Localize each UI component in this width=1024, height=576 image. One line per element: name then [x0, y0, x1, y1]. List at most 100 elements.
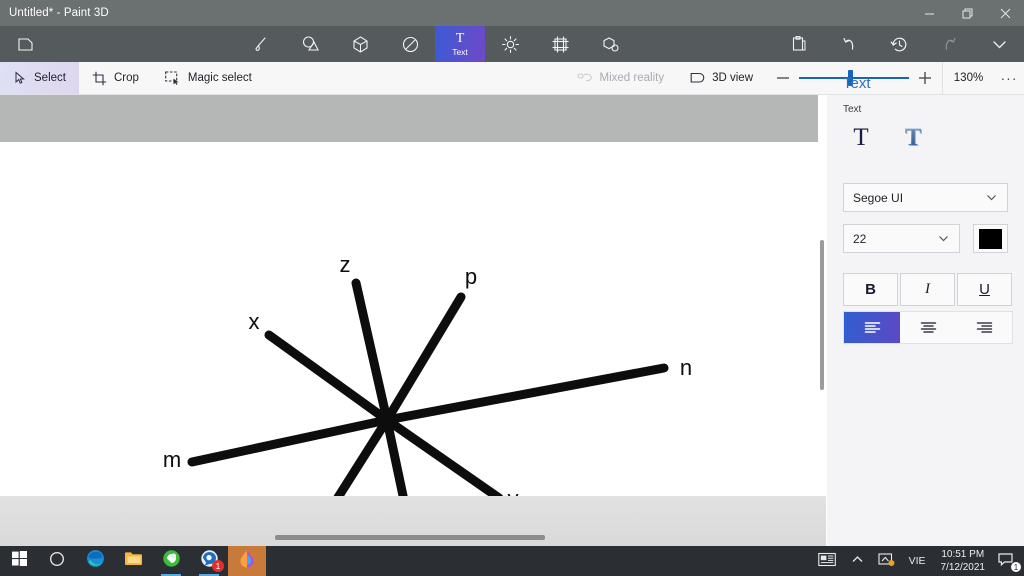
ray-label-m: m: [162, 447, 182, 472]
paste-button[interactable]: [774, 26, 824, 62]
magic-select-icon: [165, 71, 181, 85]
align-right-button[interactable]: [956, 312, 1012, 343]
network-warning-icon: [878, 552, 895, 570]
cortana-button[interactable]: [38, 546, 76, 576]
cortana-circle-icon: [49, 551, 65, 572]
ray-label-p: p: [464, 264, 478, 289]
horizontal-scrollbar-thumb[interactable]: [275, 535, 545, 540]
text-type-row: T T: [843, 122, 931, 152]
font-family-value: Segoe UI: [853, 190, 904, 205]
crop-button[interactable]: Crop: [79, 62, 152, 94]
ray-group: [187, 278, 669, 496]
effects-button[interactable]: [485, 26, 535, 62]
font-family-dropdown[interactable]: Segoe UI: [843, 183, 1008, 212]
zoom-in-button[interactable]: [918, 71, 932, 85]
chat-app-button[interactable]: 1: [190, 546, 228, 576]
news-weather-icon: [817, 552, 837, 570]
primary-toolbar: T Text: [0, 26, 1024, 62]
text-tool-label: Text: [452, 46, 468, 57]
chevron-down-icon: [990, 35, 1009, 54]
canvas-icon: [551, 35, 570, 54]
toolbar-gap: [635, 26, 774, 62]
3d-library-icon: [601, 35, 620, 54]
news-weather-button[interactable]: [811, 546, 844, 576]
expand-toolbar-button[interactable]: [974, 26, 1024, 62]
canvas-sheet[interactable]: zpxnmyqt: [0, 142, 818, 576]
star-drawing[interactable]: [0, 142, 818, 496]
shapes-2d-button[interactable]: [285, 26, 335, 62]
stickers-button[interactable]: [385, 26, 435, 62]
canvas-top-band: [0, 95, 826, 142]
language-indicator[interactable]: VIE: [902, 546, 933, 576]
panel-section-label: Text: [843, 104, 862, 115]
ray-m: [187, 415, 392, 467]
align-center-button[interactable]: [900, 312, 956, 343]
panel-title: Text: [843, 75, 871, 92]
3d-library-button[interactable]: [585, 26, 635, 62]
clipboard-icon: [790, 35, 808, 53]
text-3d-button[interactable]: T: [895, 122, 931, 152]
system-tray: VIE 10:51 PM 7/12/2021 1: [811, 546, 1024, 576]
italic-button[interactable]: I: [900, 273, 955, 306]
chat-app-badge: 1: [212, 560, 224, 572]
undo-button[interactable]: [824, 26, 874, 62]
3d-view-button[interactable]: 3D view: [677, 62, 766, 94]
magic-select-button[interactable]: Magic select: [152, 62, 265, 94]
shapes-3d-button[interactable]: [335, 26, 385, 62]
more-options-button[interactable]: ···: [994, 62, 1024, 94]
workspace: zpxnmyqt: [0, 95, 826, 576]
align-left-icon: [864, 321, 881, 334]
underline-button[interactable]: U: [957, 273, 1012, 306]
ray-label-n: n: [679, 355, 693, 380]
text-align-row: [843, 311, 1013, 344]
text-icon: T: [455, 30, 465, 46]
vertical-scrollbar-thumb[interactable]: [820, 240, 824, 390]
close-button[interactable]: [986, 0, 1024, 26]
2d-shapes-icon: [301, 35, 320, 54]
mixed-reality-icon: [576, 71, 593, 85]
window-controls: [910, 0, 1024, 26]
bold-button[interactable]: B: [843, 273, 898, 306]
chevron-down-icon: [985, 191, 998, 204]
clock-date: 7/12/2021: [940, 562, 986, 573]
3d-shapes-icon: [351, 35, 370, 54]
crop-label: Crop: [113, 72, 139, 84]
text-color-chip: [979, 228, 1002, 249]
align-left-button[interactable]: [844, 312, 900, 343]
text-color-button[interactable]: [973, 224, 1008, 253]
notifications-button[interactable]: 1: [993, 546, 1024, 576]
start-button[interactable]: [0, 546, 38, 576]
text-properties-panel: Text Text T T Segoe UI 22 B I U: [827, 75, 1024, 546]
tray-overflow-button[interactable]: [844, 546, 871, 576]
windows-logo-icon: [11, 551, 27, 571]
network-button[interactable]: [871, 546, 902, 576]
zoom-percent-label[interactable]: 130%: [942, 62, 994, 94]
text-2d-button[interactable]: T: [843, 122, 879, 152]
font-size-dropdown[interactable]: 22: [843, 224, 960, 253]
brush-icon: [251, 35, 270, 54]
3d-view-icon: [690, 71, 705, 85]
align-center-icon: [920, 321, 937, 334]
edge-button[interactable]: [76, 546, 114, 576]
file-explorer-button[interactable]: [114, 546, 152, 576]
minimize-button[interactable]: [910, 0, 948, 26]
menu-button[interactable]: [0, 26, 50, 62]
select-button[interactable]: Select: [0, 62, 79, 94]
clock[interactable]: 10:51 PM 7/12/2021: [933, 546, 994, 576]
chevron-down-icon: [937, 232, 950, 245]
text-tool-button[interactable]: T Text: [435, 26, 485, 62]
paint3d-button[interactable]: [228, 546, 266, 576]
restore-button[interactable]: [948, 0, 986, 26]
history-button[interactable]: [874, 26, 924, 62]
crop-icon: [92, 71, 107, 86]
green-app-button[interactable]: [152, 546, 190, 576]
zoom-out-button[interactable]: [776, 71, 790, 85]
chevron-up-icon: [851, 553, 864, 569]
text-3d-icon: T: [904, 123, 922, 151]
brushes-button[interactable]: [235, 26, 285, 62]
mixed-reality-button: Mixed reality: [564, 62, 678, 94]
stickers-icon: [401, 35, 420, 54]
cursor-select-icon: [13, 71, 27, 85]
mixed-reality-label: Mixed reality: [599, 72, 665, 84]
canvas-button[interactable]: [535, 26, 585, 62]
